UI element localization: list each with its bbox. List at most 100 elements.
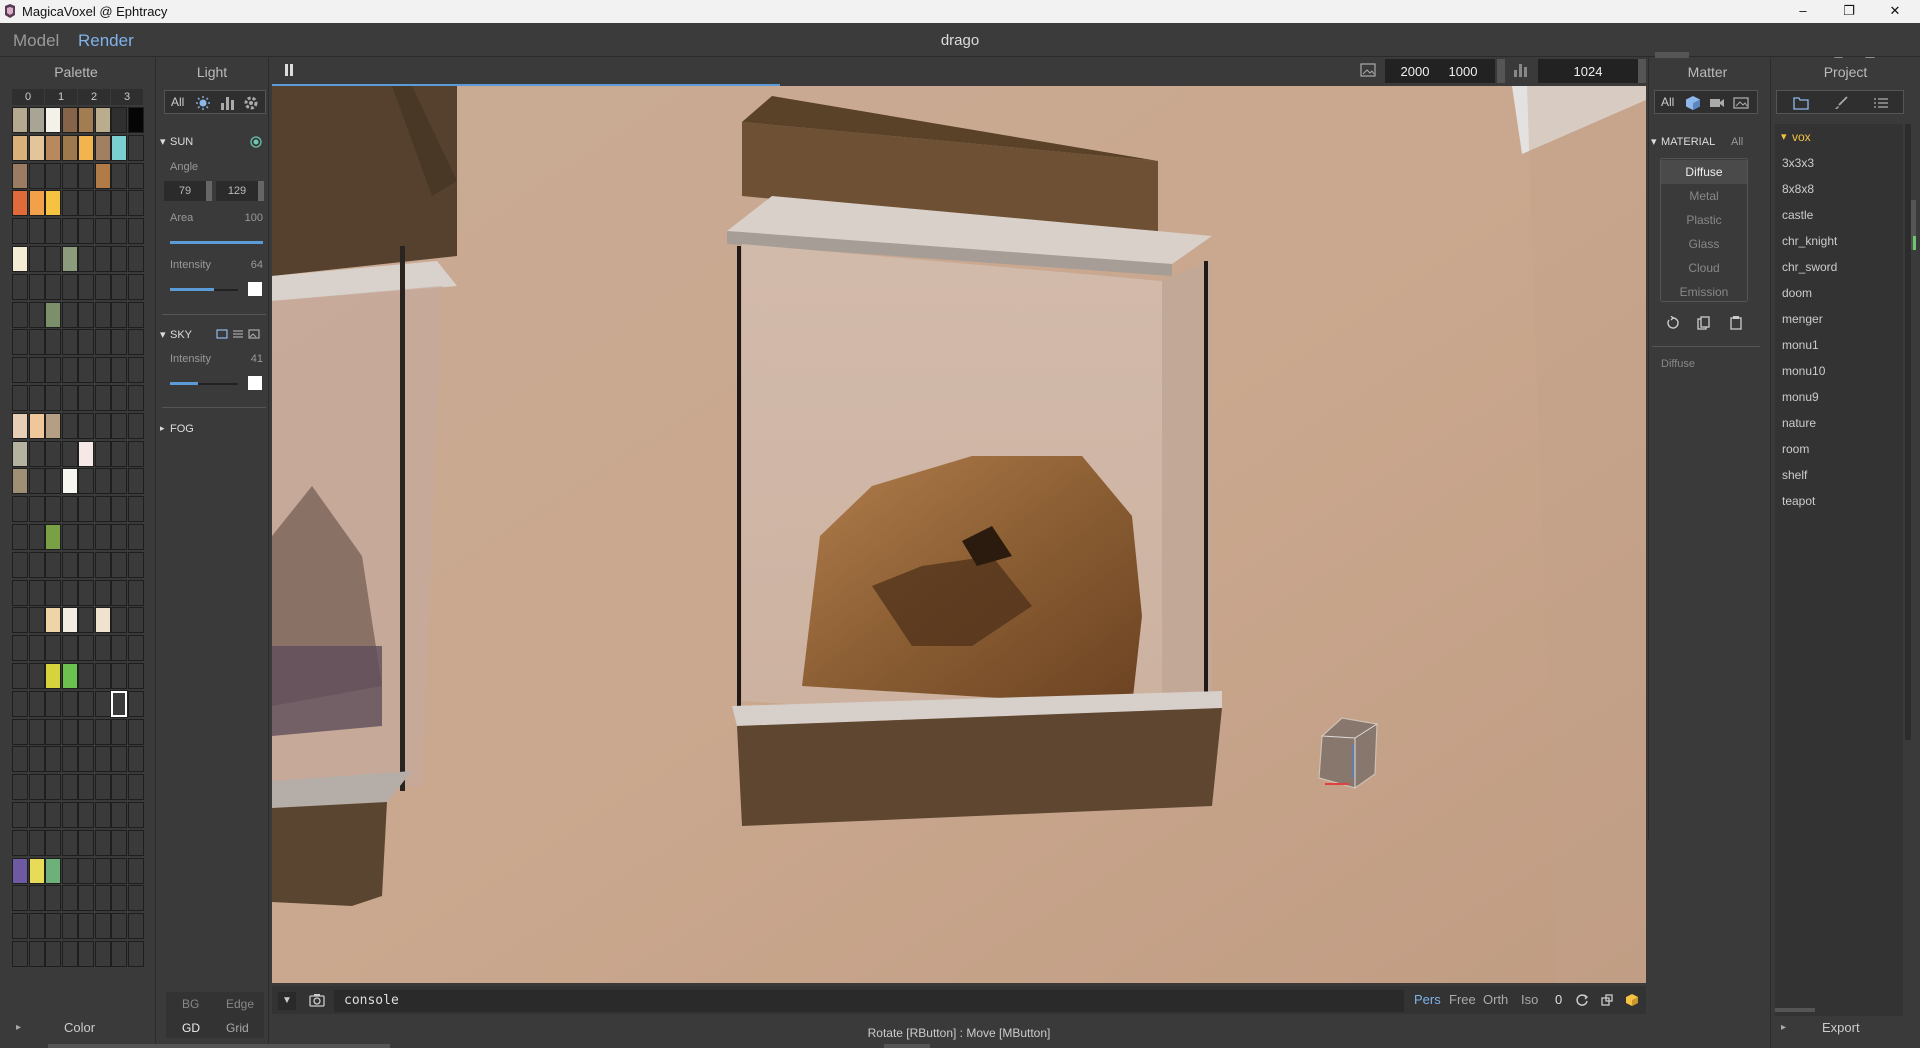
palette-swatch[interactable] bbox=[45, 134, 61, 161]
palette-swatch[interactable] bbox=[12, 774, 28, 801]
palette-swatch[interactable] bbox=[28, 524, 45, 550]
palette-swatch[interactable] bbox=[111, 468, 127, 495]
palette-swatch[interactable] bbox=[12, 107, 28, 133]
palette-swatch[interactable] bbox=[45, 941, 61, 967]
fog-section-header[interactable]: FOG bbox=[170, 423, 194, 435]
project-file-item[interactable]: monu1 bbox=[1782, 338, 1819, 352]
view-zero-value[interactable]: 0 bbox=[1555, 992, 1562, 1007]
layout-icon[interactable] bbox=[1600, 993, 1614, 1007]
palette-swatch[interactable] bbox=[28, 663, 45, 689]
palette-swatch[interactable] bbox=[28, 357, 45, 384]
palette-swatch[interactable] bbox=[111, 635, 127, 662]
gd-toggle[interactable]: GD bbox=[182, 1021, 200, 1035]
palette-swatch[interactable] bbox=[94, 913, 111, 940]
material-plastic[interactable]: Plastic bbox=[1660, 213, 1748, 227]
view-orth-button[interactable]: Orth bbox=[1483, 992, 1508, 1007]
cube-view-icon[interactable] bbox=[1625, 993, 1639, 1007]
palette-footer-label[interactable]: Color bbox=[64, 1020, 95, 1035]
palette-swatch[interactable] bbox=[28, 885, 45, 912]
palette-swatch[interactable] bbox=[28, 107, 45, 133]
palette-swatch[interactable] bbox=[127, 802, 144, 828]
palette-swatch[interactable] bbox=[12, 357, 28, 384]
project-file-item[interactable]: 3x3x3 bbox=[1782, 156, 1814, 170]
palette-swatch[interactable] bbox=[111, 663, 127, 689]
palette-swatch[interactable] bbox=[111, 746, 127, 773]
palette-swatch[interactable] bbox=[94, 412, 111, 439]
palette-swatch[interactable] bbox=[127, 663, 144, 689]
palette-swatch[interactable] bbox=[61, 357, 78, 384]
pause-icon-bar-2[interactable] bbox=[290, 64, 293, 76]
material-cloud[interactable]: Cloud bbox=[1660, 261, 1748, 275]
camera-icon[interactable] bbox=[309, 993, 325, 1007]
palette-swatch[interactable] bbox=[61, 496, 78, 523]
palette-swatch[interactable] bbox=[78, 746, 94, 773]
palette-swatch[interactable] bbox=[28, 440, 45, 467]
palette-swatch[interactable] bbox=[127, 273, 144, 300]
palette-swatch[interactable] bbox=[61, 551, 78, 578]
palette-swatch[interactable] bbox=[111, 273, 127, 300]
palette-swatch[interactable] bbox=[12, 857, 28, 884]
material-emission[interactable]: Emission bbox=[1660, 285, 1748, 299]
sun-angle-2-handle[interactable] bbox=[258, 181, 264, 201]
size-handle[interactable] bbox=[1497, 59, 1505, 83]
palette-swatch[interactable] bbox=[12, 690, 28, 717]
grid-toggle[interactable]: Grid bbox=[226, 1021, 249, 1035]
palette-swatch[interactable] bbox=[111, 440, 127, 467]
palette-swatch[interactable] bbox=[127, 107, 144, 133]
palette-swatch[interactable] bbox=[78, 857, 94, 884]
palette-swatch[interactable] bbox=[127, 357, 144, 384]
palette-swatch[interactable] bbox=[111, 857, 127, 884]
palette-swatch[interactable] bbox=[28, 385, 45, 411]
palette-swatch[interactable] bbox=[28, 496, 45, 523]
palette-swatch[interactable] bbox=[78, 412, 94, 439]
palette-swatch[interactable] bbox=[61, 746, 78, 773]
material-section-header[interactable]: MATERIAL bbox=[1661, 136, 1715, 148]
palette-swatch[interactable] bbox=[94, 440, 111, 467]
palette-swatch[interactable] bbox=[111, 357, 127, 384]
close-button[interactable]: ✕ bbox=[1872, 0, 1918, 23]
sun-toggle-icon[interactable] bbox=[250, 136, 262, 148]
palette-swatch[interactable] bbox=[28, 190, 45, 217]
palette-swatch[interactable] bbox=[110, 689, 128, 718]
project-folder-vox[interactable]: vox bbox=[1792, 130, 1811, 144]
palette-swatch[interactable] bbox=[94, 301, 111, 328]
palette-swatch[interactable] bbox=[78, 802, 94, 828]
palette-swatch[interactable] bbox=[12, 412, 28, 439]
palette-swatch[interactable] bbox=[127, 857, 144, 884]
palette-swatch[interactable] bbox=[61, 218, 78, 245]
palette-swatch[interactable] bbox=[61, 774, 78, 801]
sky-color-swatch[interactable] bbox=[248, 376, 262, 390]
palette-swatch[interactable] bbox=[94, 246, 111, 272]
palette-swatch[interactable] bbox=[12, 802, 28, 828]
palette-swatch[interactable] bbox=[127, 635, 144, 662]
palette-swatch[interactable] bbox=[127, 329, 144, 356]
palette-swatch[interactable] bbox=[127, 524, 144, 550]
palette-swatch[interactable] bbox=[94, 635, 111, 662]
palette-swatch[interactable] bbox=[45, 162, 61, 189]
palette-swatch[interactable] bbox=[45, 273, 61, 300]
palette-swatch[interactable] bbox=[78, 607, 94, 634]
palette-swatch[interactable] bbox=[45, 635, 61, 662]
palette-swatch[interactable] bbox=[78, 496, 94, 523]
palette-swatch[interactable] bbox=[12, 301, 28, 328]
palette-swatch[interactable] bbox=[111, 134, 127, 161]
palette-swatch[interactable] bbox=[111, 885, 127, 912]
palette-swatch[interactable] bbox=[94, 134, 111, 161]
palette-swatch[interactable] bbox=[111, 941, 127, 967]
palette-swatch[interactable] bbox=[61, 829, 78, 856]
palette-swatch[interactable] bbox=[111, 496, 127, 523]
palette-swatch[interactable] bbox=[61, 246, 78, 272]
palette-swatch[interactable] bbox=[61, 107, 78, 133]
palette-swatch[interactable] bbox=[111, 524, 127, 550]
palette-swatch[interactable] bbox=[78, 218, 94, 245]
material-metal[interactable]: Metal bbox=[1660, 189, 1748, 203]
sun-angle-2-field[interactable]: 129 bbox=[216, 181, 258, 201]
palette-swatch[interactable] bbox=[61, 440, 78, 467]
palette-swatch[interactable] bbox=[78, 579, 94, 606]
material-all-toggle[interactable]: All bbox=[1731, 136, 1743, 148]
palette-swatch[interactable] bbox=[94, 829, 111, 856]
palette-swatch[interactable] bbox=[28, 635, 45, 662]
palette-swatch[interactable] bbox=[78, 468, 94, 495]
palette-swatch[interactable] bbox=[94, 273, 111, 300]
palette-swatch[interactable] bbox=[45, 802, 61, 828]
